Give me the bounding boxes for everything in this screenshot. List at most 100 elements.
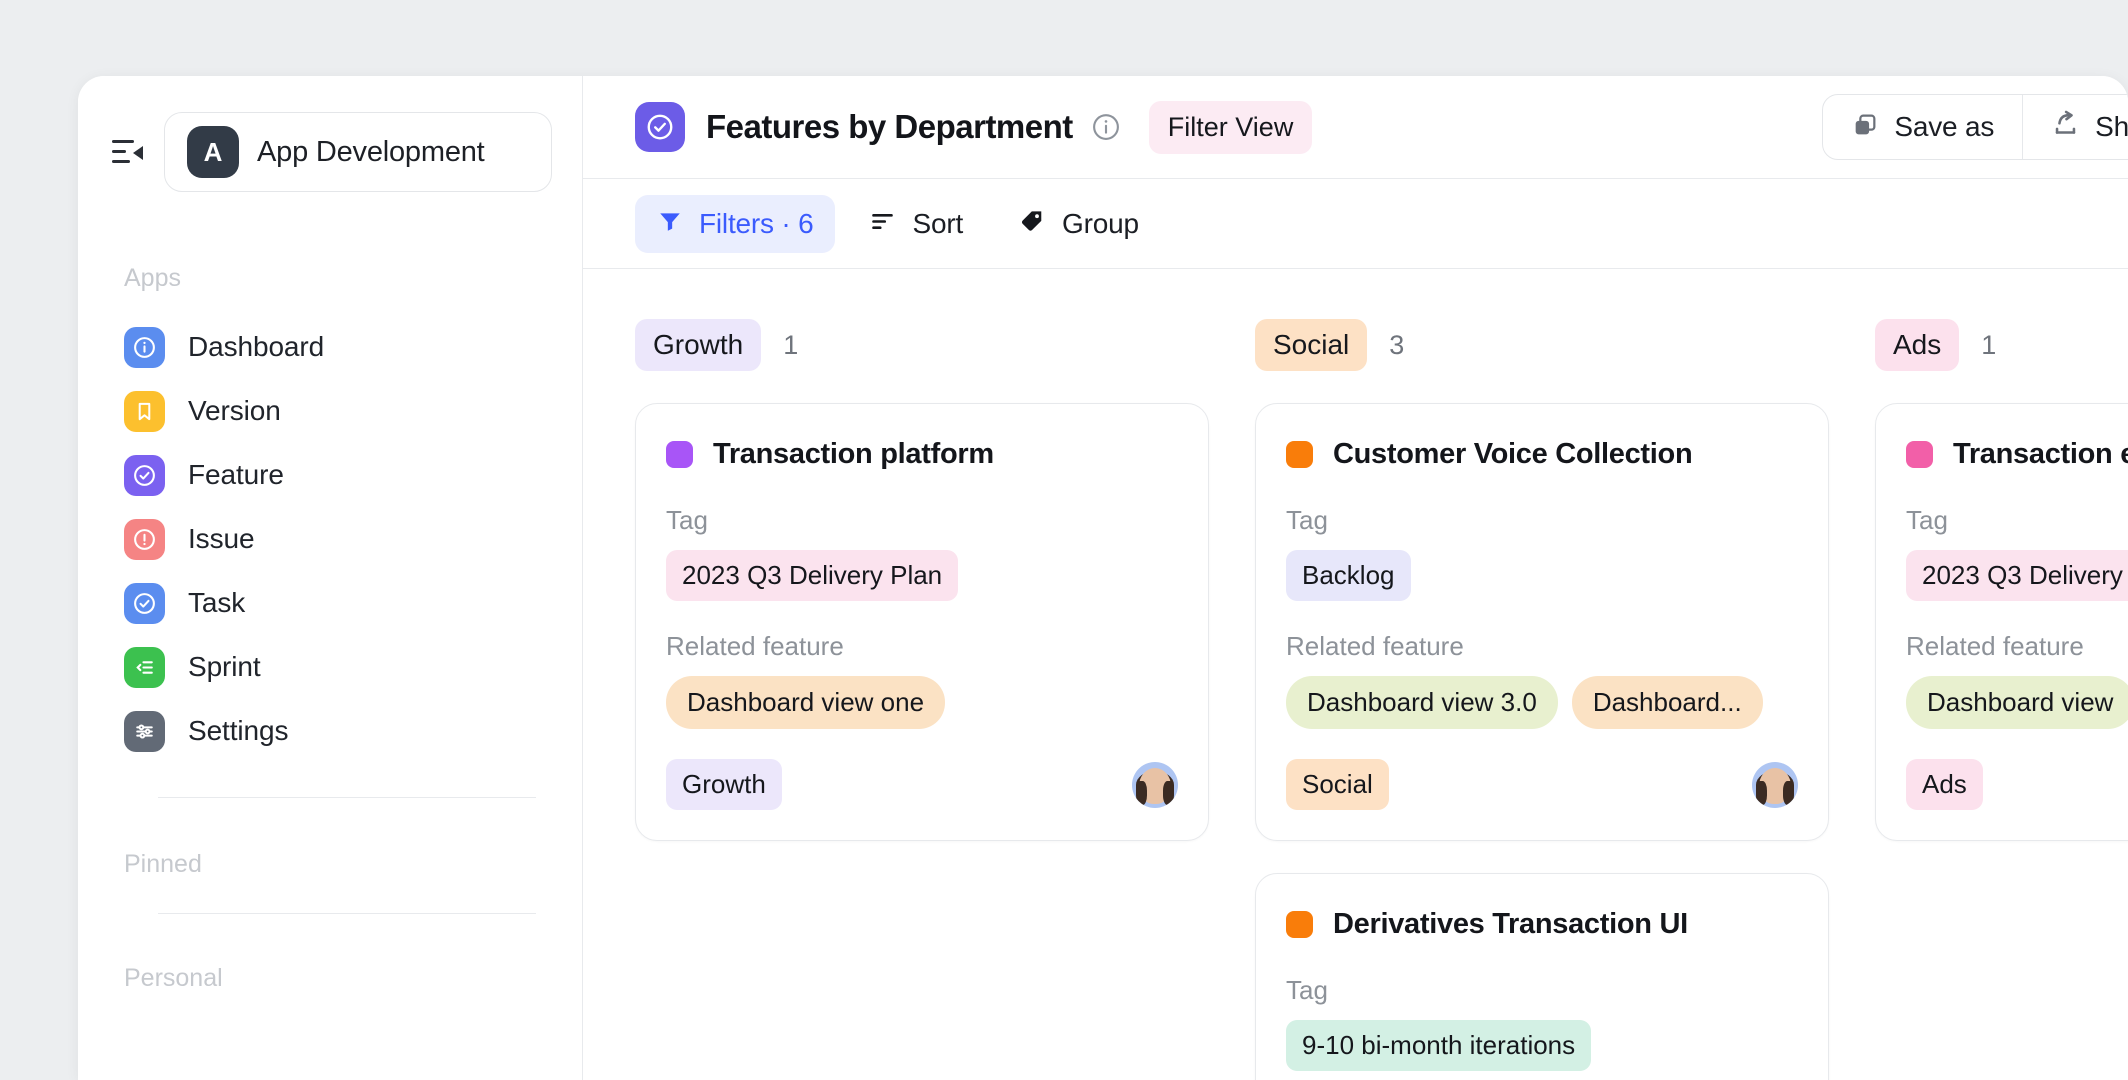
card-title-row: Transaction platform bbox=[666, 438, 1178, 471]
related-feature-chip[interactable]: Dashboard view one bbox=[666, 676, 946, 729]
share-label: Sh bbox=[2095, 111, 2128, 142]
sort-label: Sort bbox=[912, 207, 964, 239]
card-status-dot-icon bbox=[1286, 441, 1313, 468]
column-name-badge[interactable]: Ads bbox=[1875, 319, 1960, 371]
card-title-row: Customer Voice Collection bbox=[1286, 438, 1798, 471]
sidebar-item-label: Feature bbox=[188, 459, 284, 490]
sidebar-item-dashboard[interactable]: Dashboard bbox=[78, 315, 582, 379]
bookmark-icon bbox=[124, 390, 165, 432]
card-title: Customer Voice Collection bbox=[1333, 438, 1693, 470]
workspace-switcher[interactable]: A App Development bbox=[164, 112, 552, 192]
sprint-list-icon bbox=[124, 646, 165, 688]
sidebar-item-version[interactable]: Version bbox=[78, 379, 582, 443]
avatar[interactable] bbox=[1752, 761, 1798, 808]
workspace-avatar: A bbox=[187, 126, 239, 178]
board-column-ads: Ads 1 Transaction ex Tag 2023 Q3 Deliver… bbox=[1875, 319, 2128, 1080]
sidebar-item-label: Version bbox=[188, 395, 281, 426]
related-feature-chip[interactable]: Dashboard... bbox=[1571, 676, 1763, 729]
filter-view-badge[interactable]: Filter View bbox=[1148, 100, 1313, 154]
sidebar-item-issue[interactable]: Issue bbox=[78, 507, 582, 571]
board-card[interactable]: Transaction ex Tag 2023 Q3 Delivery Rela… bbox=[1875, 403, 2128, 841]
info-icon[interactable] bbox=[1091, 112, 1121, 142]
filters-button[interactable]: Filters · 6 bbox=[635, 194, 836, 253]
workspace-name: App Development bbox=[257, 135, 485, 168]
column-name-badge[interactable]: Social bbox=[1255, 319, 1368, 371]
collapse-panel-icon[interactable] bbox=[108, 132, 148, 172]
tag-field-label: Tag bbox=[666, 505, 708, 535]
related-feature-chip[interactable]: Dashboard view bbox=[1906, 676, 2128, 729]
column-count: 1 bbox=[783, 329, 799, 360]
sidebar-divider-2 bbox=[158, 913, 536, 914]
related-feature-chip[interactable]: Dashboard view 3.0 bbox=[1286, 676, 1558, 729]
group-label: Group bbox=[1062, 207, 1139, 239]
column-header: Social 3 bbox=[1255, 319, 1829, 371]
sidebar-item-settings[interactable]: Settings bbox=[78, 699, 582, 763]
info-circle-icon bbox=[124, 326, 165, 368]
related-feature-chip-row: Dashboard view 3.0 Dashboard... bbox=[1286, 676, 1798, 729]
tag-field-label: Tag bbox=[1906, 505, 1948, 535]
tag-chip-row: 2023 Q3 Delivery Plan bbox=[666, 550, 1178, 601]
board-card[interactable]: Customer Voice Collection Tag Backlog Re… bbox=[1255, 403, 1829, 841]
column-header: Growth 1 bbox=[635, 319, 1209, 371]
column-header: Ads 1 bbox=[1875, 319, 2128, 371]
alert-circle-icon bbox=[124, 518, 165, 560]
sidebar-item-label: Settings bbox=[188, 715, 289, 746]
sidebar-item-label: Sprint bbox=[188, 651, 261, 682]
column-count: 3 bbox=[1389, 329, 1405, 360]
tag-chip[interactable]: 9-10 bi-month iterations bbox=[1286, 1020, 1592, 1071]
apps-section-label: Apps bbox=[124, 264, 181, 292]
tag-chip-row: 2023 Q3 Delivery bbox=[1906, 550, 2128, 601]
check-circle-icon bbox=[635, 102, 685, 152]
related-feature-chip-row: Dashboard view one bbox=[666, 676, 1178, 729]
filter-icon bbox=[657, 208, 683, 239]
share-icon bbox=[2051, 110, 2080, 144]
department-chip[interactable]: Ads bbox=[1906, 759, 1983, 810]
board-column-social: Social 3 Customer Voice Collection Tag B… bbox=[1255, 319, 1829, 1080]
card-footer: Social bbox=[1286, 759, 1798, 810]
main-area: Features by Department Filter View Save … bbox=[583, 76, 2128, 1080]
card-status-dot-icon bbox=[666, 441, 693, 468]
department-chip[interactable]: Social bbox=[1286, 759, 1389, 810]
screen: A App Development Apps Dashboard Version… bbox=[0, 0, 2128, 1080]
group-button[interactable]: Group bbox=[997, 195, 1161, 253]
check-circle-icon bbox=[124, 454, 165, 496]
sidebar-header: A App Development bbox=[78, 76, 582, 192]
column-count: 1 bbox=[1981, 329, 1997, 360]
tag-chip[interactable]: 2023 Q3 Delivery Plan bbox=[666, 550, 959, 601]
save-as-button[interactable]: Save as bbox=[1823, 95, 2022, 159]
card-footer: Growth bbox=[666, 759, 1178, 810]
card-status-dot-icon bbox=[1906, 441, 1933, 468]
tag-field-label: Tag bbox=[1286, 975, 1328, 1005]
sidebar-item-feature[interactable]: Feature bbox=[78, 443, 582, 507]
card-title-row: Derivatives Transaction UI bbox=[1286, 908, 1798, 941]
avatar[interactable] bbox=[1132, 761, 1178, 808]
tag-chip[interactable]: 2023 Q3 Delivery bbox=[1906, 550, 2128, 601]
page-title: Features by Department bbox=[706, 108, 1073, 145]
board-card[interactable]: Derivatives Transaction UI Tag 9-10 bi-m… bbox=[1255, 873, 1829, 1080]
tag-chip-row: 9-10 bi-month iterations bbox=[1286, 1020, 1798, 1071]
board-column-growth: Growth 1 Transaction platform Tag 2023 Q… bbox=[635, 319, 1209, 1080]
sliders-icon bbox=[124, 710, 165, 752]
sidebar-item-task[interactable]: Task bbox=[78, 571, 582, 635]
related-feature-chip-row: Dashboard view bbox=[1906, 676, 2128, 729]
share-button[interactable]: Sh bbox=[2022, 95, 2128, 159]
card-title: Transaction platform bbox=[713, 438, 994, 470]
sidebar-item-label: Task bbox=[188, 587, 246, 618]
related-feature-field-label: Related feature bbox=[1906, 631, 2084, 661]
sort-button[interactable]: Sort bbox=[847, 195, 985, 253]
tag-chip-row: Backlog bbox=[1286, 550, 1798, 601]
view-toolbar: Filters · 6 Sort Group bbox=[583, 179, 2128, 269]
related-feature-field-label: Related feature bbox=[1286, 631, 1464, 661]
department-chip[interactable]: Growth bbox=[666, 759, 782, 810]
tag-chip[interactable]: Backlog bbox=[1286, 550, 1411, 601]
header-actions: Save as Sh bbox=[1822, 94, 2128, 160]
kanban-board: Growth 1 Transaction platform Tag 2023 Q… bbox=[583, 269, 2128, 1080]
card-status-dot-icon bbox=[1286, 911, 1313, 938]
column-name-badge[interactable]: Growth bbox=[635, 319, 762, 371]
card-title: Transaction ex bbox=[1953, 438, 2128, 470]
pinned-section-label: Pinned bbox=[124, 850, 202, 878]
sidebar-item-sprint[interactable]: Sprint bbox=[78, 635, 582, 699]
action-button-group: Save as Sh bbox=[1822, 94, 2128, 160]
main-header: Features by Department Filter View Save … bbox=[583, 76, 2128, 179]
board-card[interactable]: Transaction platform Tag 2023 Q3 Deliver… bbox=[635, 403, 1209, 841]
